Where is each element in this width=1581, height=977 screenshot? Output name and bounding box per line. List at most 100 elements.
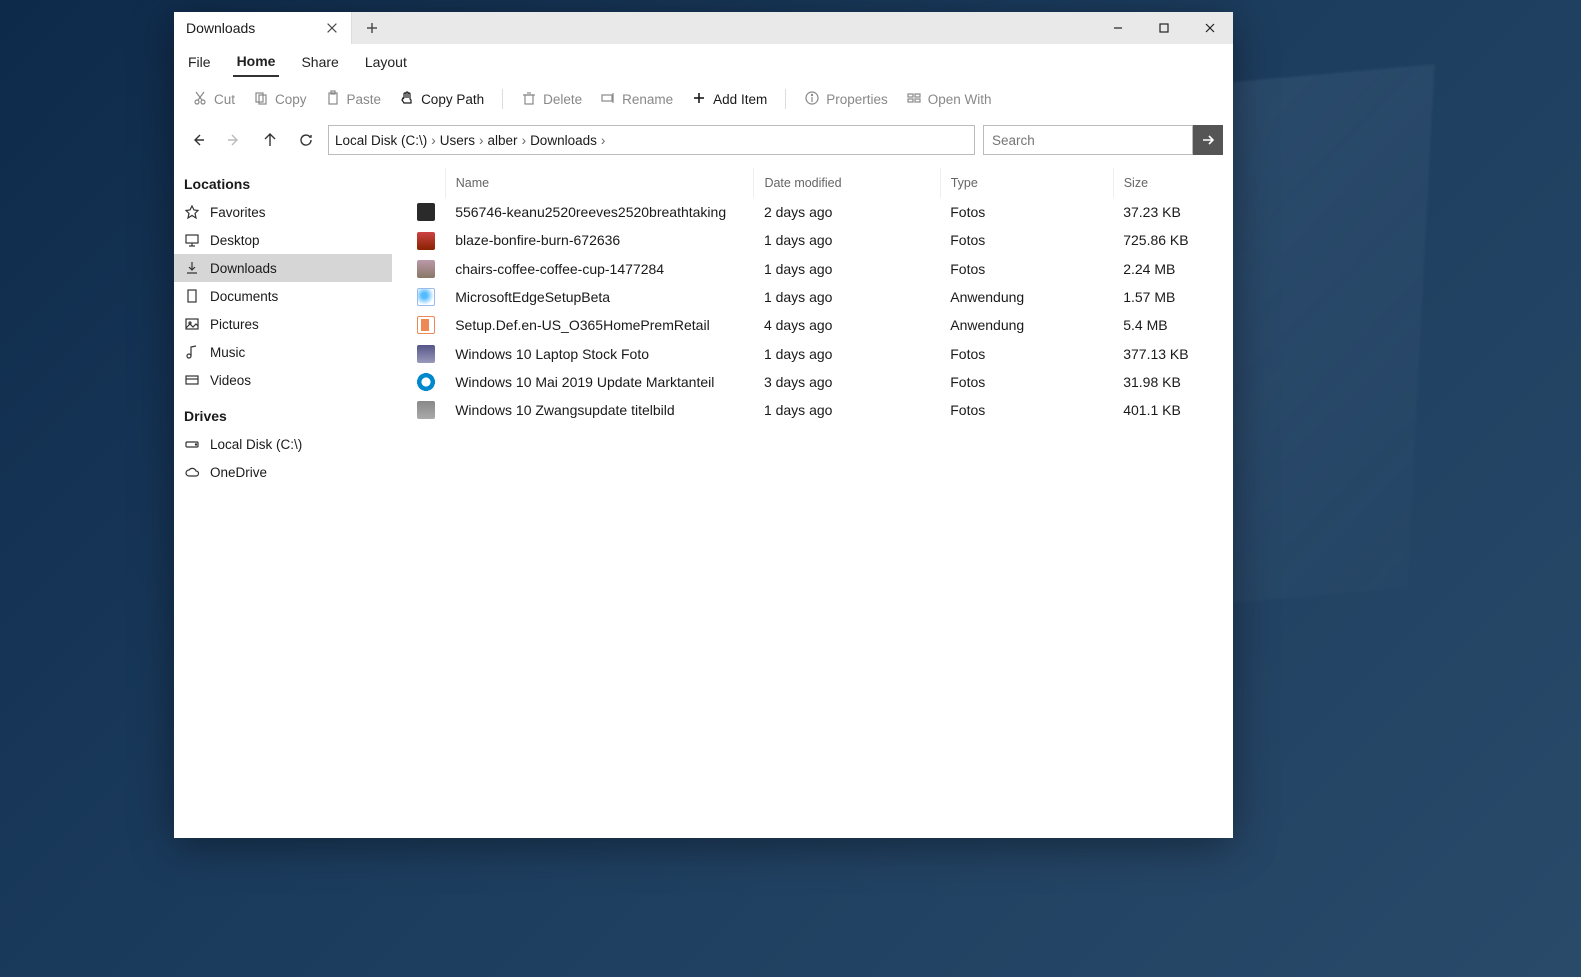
close-window-button[interactable] bbox=[1187, 12, 1233, 44]
file-size: 37.23 KB bbox=[1113, 198, 1233, 226]
file-name: Setup.Def.en-US_O365HomePremRetail bbox=[445, 311, 754, 339]
table-row[interactable]: Windows 10 Mai 2019 Update Marktanteil3 … bbox=[392, 368, 1233, 396]
sidebar-item-pictures[interactable]: Pictures bbox=[174, 310, 392, 338]
col-size-header[interactable]: Size bbox=[1113, 168, 1233, 198]
open-with-button[interactable]: Open With bbox=[898, 86, 1000, 113]
file-date: 1 days ago bbox=[754, 283, 940, 311]
copy-path-button[interactable]: Copy Path bbox=[391, 86, 492, 113]
copy-path-label: Copy Path bbox=[421, 92, 484, 107]
open-with-label: Open With bbox=[928, 92, 992, 107]
info-icon bbox=[804, 90, 820, 109]
search-input[interactable] bbox=[983, 125, 1193, 155]
sidebar-item-favorites[interactable]: Favorites bbox=[174, 198, 392, 226]
cut-button[interactable]: Cut bbox=[184, 86, 243, 113]
rename-button[interactable]: Rename bbox=[592, 86, 681, 113]
breadcrumb-segment[interactable]: Users bbox=[440, 133, 475, 148]
file-type: Fotos bbox=[940, 198, 1113, 226]
chevron-right-icon: › bbox=[479, 133, 484, 148]
cut-label: Cut bbox=[214, 92, 235, 107]
sidebar-item-music[interactable]: Music bbox=[174, 338, 392, 366]
breadcrumb-segment[interactable]: Local Disk (C:\) bbox=[335, 133, 427, 148]
sidebar-item-label: Documents bbox=[210, 289, 278, 304]
hand-icon bbox=[399, 90, 415, 109]
file-size: 401.1 KB bbox=[1113, 396, 1233, 424]
locations-heading: Locations bbox=[174, 170, 392, 198]
file-date: 1 days ago bbox=[754, 339, 940, 367]
table-row[interactable]: Windows 10 Laptop Stock Foto1 days agoFo… bbox=[392, 339, 1233, 367]
drives-heading: Drives bbox=[174, 402, 392, 430]
toolbar-separator bbox=[785, 89, 786, 109]
sidebar-item-label: Pictures bbox=[210, 317, 259, 332]
sidebar-item-label: Music bbox=[210, 345, 245, 360]
paste-button[interactable]: Paste bbox=[317, 86, 390, 113]
col-name-header[interactable]: Name bbox=[445, 168, 754, 198]
file-list-area: Name Date modified Type Size 556746-kean… bbox=[392, 162, 1233, 838]
sidebar-item-videos[interactable]: Videos bbox=[174, 366, 392, 394]
file-date: 2 days ago bbox=[754, 198, 940, 226]
file-size: 5.4 MB bbox=[1113, 311, 1233, 339]
menu-layout[interactable]: Layout bbox=[361, 48, 411, 76]
breadcrumb[interactable]: Local Disk (C:\) › Users › alber › Downl… bbox=[328, 125, 975, 155]
star-icon bbox=[184, 204, 200, 220]
toolbar-separator bbox=[502, 89, 503, 109]
table-row[interactable]: 556746-keanu2520reeves2520breathtaking2 … bbox=[392, 198, 1233, 226]
file-type: Fotos bbox=[940, 396, 1113, 424]
paste-icon bbox=[325, 90, 341, 109]
search-button[interactable] bbox=[1193, 125, 1223, 155]
sidebar-item-onedrive[interactable]: OneDrive bbox=[174, 458, 392, 486]
add-item-button[interactable]: Add Item bbox=[683, 86, 775, 113]
breadcrumb-segment[interactable]: alber bbox=[488, 133, 518, 148]
menu-file[interactable]: File bbox=[184, 48, 215, 76]
properties-button[interactable]: Properties bbox=[796, 86, 896, 113]
tab-downloads[interactable]: Downloads bbox=[174, 12, 352, 44]
table-row[interactable]: chairs-coffee-coffee-cup-14772841 days a… bbox=[392, 255, 1233, 283]
music-icon bbox=[184, 344, 200, 360]
breadcrumb-segment[interactable]: Downloads bbox=[530, 133, 597, 148]
open-with-icon bbox=[906, 90, 922, 109]
file-date: 4 days ago bbox=[754, 311, 940, 339]
sidebar-item-downloads[interactable]: Downloads bbox=[174, 254, 392, 282]
new-tab-button[interactable] bbox=[352, 12, 392, 44]
sidebar-item-documents[interactable]: Documents bbox=[174, 282, 392, 310]
col-date-header[interactable]: Date modified bbox=[754, 168, 940, 198]
col-type-header[interactable]: Type bbox=[940, 168, 1113, 198]
maximize-button[interactable] bbox=[1141, 12, 1187, 44]
copy-icon bbox=[253, 90, 269, 109]
content-area: Locations Favorites Desktop Downloads Docum… bbox=[174, 162, 1233, 838]
file-table: Name Date modified Type Size 556746-kean… bbox=[392, 168, 1233, 424]
toolbar: Cut Copy Paste Copy Path Delete Rename A… bbox=[174, 80, 1233, 118]
table-row[interactable]: MicrosoftEdgeSetupBeta1 days agoAnwendun… bbox=[392, 283, 1233, 311]
desktop-icon bbox=[184, 232, 200, 248]
copy-label: Copy bbox=[275, 92, 307, 107]
rename-label: Rename bbox=[622, 92, 673, 107]
menu-home[interactable]: Home bbox=[233, 47, 280, 77]
file-size: 725.86 KB bbox=[1113, 226, 1233, 254]
table-row[interactable]: Setup.Def.en-US_O365HomePremRetail4 days… bbox=[392, 311, 1233, 339]
sidebar-item-desktop[interactable]: Desktop bbox=[174, 226, 392, 254]
sidebar-item-label: Favorites bbox=[210, 205, 266, 220]
nav-back-button[interactable] bbox=[184, 126, 212, 154]
nav-refresh-button[interactable] bbox=[292, 126, 320, 154]
cloud-icon bbox=[184, 464, 200, 480]
minimize-button[interactable] bbox=[1095, 12, 1141, 44]
file-thumbnail-icon bbox=[417, 345, 435, 363]
file-name: Windows 10 Zwangsupdate titelbild bbox=[445, 396, 754, 424]
table-row[interactable]: blaze-bonfire-burn-6726361 days agoFotos… bbox=[392, 226, 1233, 254]
nav-forward-button[interactable] bbox=[220, 126, 248, 154]
menu-share[interactable]: Share bbox=[297, 48, 342, 76]
col-icon-header[interactable] bbox=[392, 168, 445, 198]
delete-button[interactable]: Delete bbox=[513, 86, 590, 113]
sidebar-item-local-disk-c-[interactable]: Local Disk (C:\) bbox=[174, 430, 392, 458]
table-row[interactable]: Windows 10 Zwangsupdate titelbild1 days … bbox=[392, 396, 1233, 424]
file-type: Fotos bbox=[940, 226, 1113, 254]
titlebar: Downloads bbox=[174, 12, 1233, 44]
close-tab-icon[interactable] bbox=[325, 21, 339, 35]
sidebar-item-label: Downloads bbox=[210, 261, 277, 276]
file-name: Windows 10 Laptop Stock Foto bbox=[445, 339, 754, 367]
plus-icon bbox=[691, 90, 707, 109]
nav-up-button[interactable] bbox=[256, 126, 284, 154]
titlebar-drag-area[interactable] bbox=[392, 12, 1095, 44]
file-explorer-window: Downloads File Home Share Layout Cut Copy P… bbox=[174, 12, 1233, 838]
sidebar-item-label: Videos bbox=[210, 373, 251, 388]
copy-button[interactable]: Copy bbox=[245, 86, 315, 113]
